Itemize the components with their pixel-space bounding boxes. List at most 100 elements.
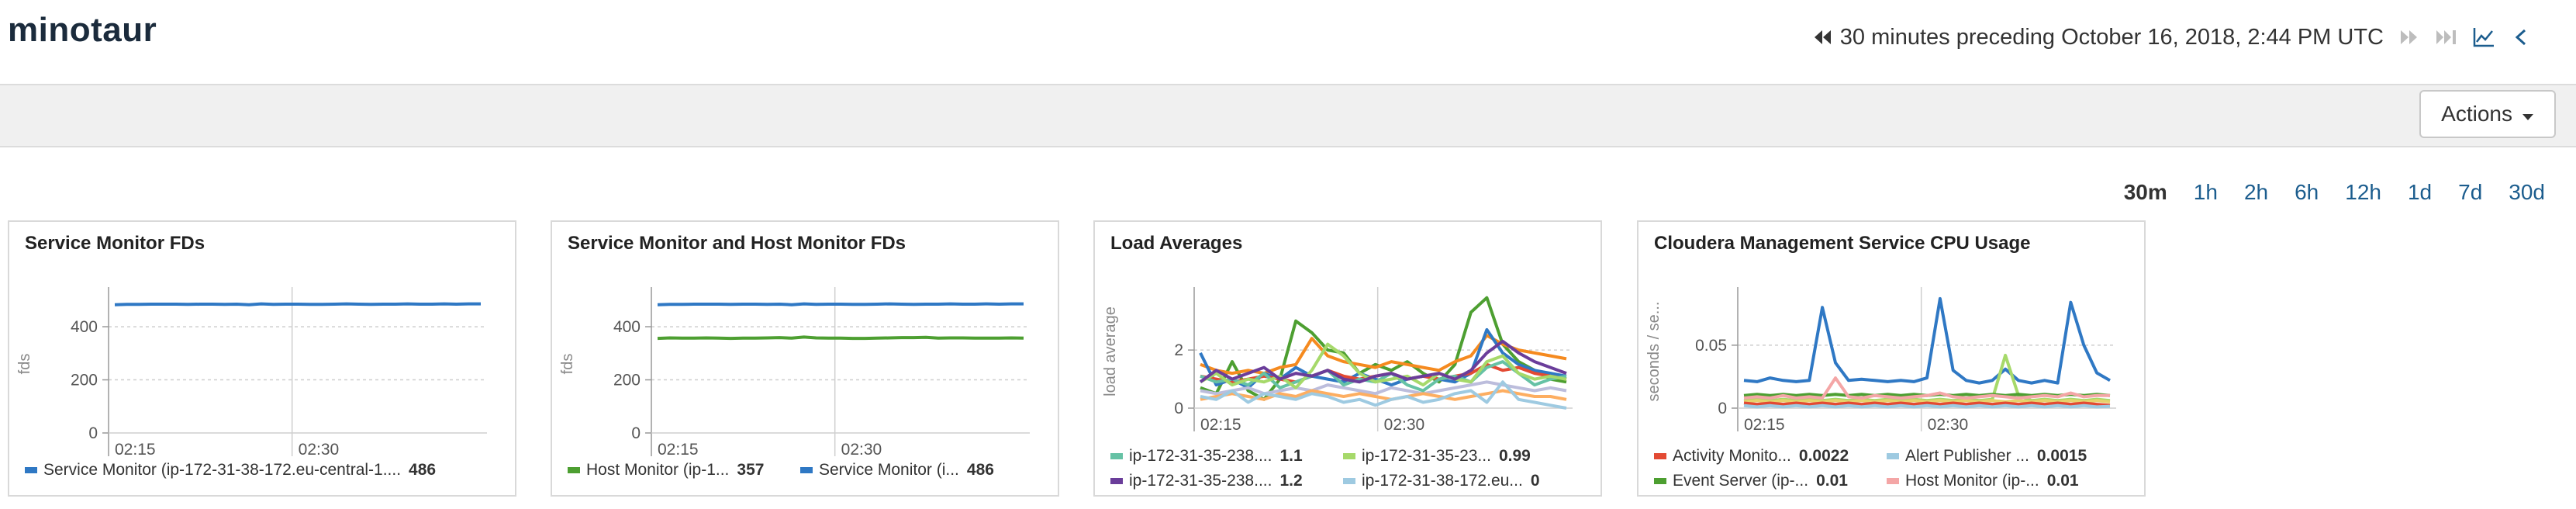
chart-card-cpu-usage: Cloudera Management Service CPU Usage 00… [1637, 220, 2146, 497]
legend-swatch [800, 467, 813, 473]
legend-series-value: 357 [737, 461, 765, 479]
y-tick-label: 0 [88, 424, 98, 442]
legend-series-value: 0.01 [2046, 472, 2079, 490]
x-tick-label: 02:30 [841, 441, 882, 459]
y-tick-label: 0.05 [1695, 337, 1727, 355]
legend-swatch [1343, 453, 1355, 459]
y-tick-label: 400 [71, 318, 98, 336]
chart-svg: 0 200 400 02:15 02:30 fds [559, 287, 1030, 459]
y-axis-label: fds [559, 354, 576, 375]
legend-item[interactable]: Service Monitor (i... 486 [800, 461, 1033, 480]
series-line[interactable] [1199, 339, 1567, 384]
actions-toolbar: Actions [0, 84, 2576, 147]
legend-row: ip-172-31-35-238.... 1.2 ip-172-31-38-172.… [1110, 472, 1588, 490]
legend-item[interactable]: ip-172-31-38-172.eu... 0 [1343, 472, 1576, 490]
caret-down-icon [2522, 102, 2534, 126]
x-tick-label: 02:15 [115, 441, 156, 459]
y-tick-label: 200 [613, 372, 641, 390]
series-line[interactable] [1743, 296, 2111, 385]
legend-row: Event Server (ip-... 0.01 Host Monitor (ip… [1654, 472, 2132, 490]
legend-item[interactable]: Alert Publisher ... 0.0015 [1887, 447, 2119, 466]
y-tick-label: 0 [1174, 400, 1183, 417]
y-tick-label: 400 [613, 318, 641, 336]
legend-series-value: 1.1 [1279, 447, 1303, 465]
legend-series-value: 486 [409, 461, 437, 479]
header-bar: minotaur 30 minutes preceding October 16… [0, 0, 2576, 84]
legend-item[interactable]: Service Monitor (ip-172-31-38-172.eu-cen… [25, 461, 490, 480]
legend-series-name: Host Monitor (ip-1... [586, 461, 730, 479]
range-1h[interactable]: 1h [2194, 180, 2218, 205]
legend-item[interactable]: ip-172-31-35-238.... 1.2 [1110, 472, 1343, 490]
legend-series-value: 0.0015 [2036, 447, 2087, 465]
range-7d[interactable]: 7d [2458, 180, 2482, 205]
y-tick-label: 200 [71, 372, 98, 390]
legend-swatch [568, 467, 580, 473]
x-tick-label: 02:15 [1744, 416, 1785, 434]
time-range-bar: 30 minutes preceding October 16, 2018, 2… [1811, 22, 2533, 53]
chart-card-service-monitor-fds: Service Monitor FDs 0 200 400 02:15 02:30 fds… [8, 220, 516, 497]
legend-series-name: ip-172-31-38-172.eu... [1362, 472, 1523, 490]
skip-to-now-icon[interactable] [2435, 26, 2458, 49]
legend-series-value: 0.0022 [1798, 447, 1849, 465]
legend-series-name: Service Monitor (i... [819, 461, 959, 479]
x-tick-label: 02:15 [1200, 416, 1241, 434]
range-12h[interactable]: 12h [2345, 180, 2381, 205]
legend-item[interactable]: Activity Monito... 0.0022 [1654, 447, 1887, 466]
legend-series-value: 0.01 [1816, 472, 1848, 490]
series-line[interactable] [657, 302, 1024, 306]
legend-series-name: Host Monitor (ip-... [1905, 472, 2039, 490]
range-6h[interactable]: 6h [2295, 180, 2319, 205]
series-line[interactable] [114, 302, 481, 306]
y-axis-label: load average [1102, 306, 1119, 396]
legend-swatch [1343, 478, 1355, 484]
y-tick-label: 0 [631, 424, 641, 442]
legend-series-name: ip-172-31-35-238.... [1129, 447, 1272, 465]
range-30d[interactable]: 30d [2509, 180, 2545, 205]
rewind-icon[interactable] [1811, 26, 1834, 49]
series-line[interactable] [1743, 403, 2111, 409]
range-1d[interactable]: 1d [2408, 180, 2432, 205]
chart-card-load-averages: Load Averages 0 2 02:15 02:30 load average ip… [1093, 220, 1602, 497]
x-tick-label: 02:30 [1928, 416, 1969, 434]
time-range-label[interactable]: 30 minutes preceding October 16, 2018, 2… [1840, 25, 2384, 50]
legend-series-name: Activity Monito... [1673, 447, 1791, 465]
legend-item[interactable]: Host Monitor (ip-1... 357 [568, 461, 800, 480]
legend-series-name: Event Server (ip-... [1673, 472, 1809, 490]
legend-item[interactable]: Event Server (ip-... 0.01 [1654, 472, 1887, 490]
legend-swatch [1887, 453, 1899, 459]
x-tick-label: 02:30 [299, 441, 340, 459]
legend-series-name: Service Monitor (ip-172-31-38-172.eu-cen… [43, 461, 402, 479]
app-title: minotaur [8, 11, 157, 49]
legend-row: Host Monitor (ip-1... 357 Service Monitor … [568, 461, 1045, 480]
collapse-icon[interactable] [2509, 26, 2533, 49]
time-range-selector: 30m 1h 2h 6h 12h 1d 7d 30d [2124, 180, 2545, 205]
legend-series-name: ip-172-31-35-23... [1362, 447, 1491, 465]
y-tick-label: 0 [1718, 400, 1727, 417]
legend-swatch [1110, 478, 1123, 484]
legend-row: Service Monitor (ip-172-31-38-172.eu-cen… [25, 461, 502, 480]
legend-series-value: 486 [966, 461, 994, 479]
forward-icon[interactable] [2398, 26, 2421, 49]
range-30m[interactable]: 30m [2124, 180, 2167, 205]
x-tick-label: 02:15 [658, 441, 699, 459]
legend-swatch [1110, 453, 1123, 459]
actions-button[interactable]: Actions [2419, 90, 2556, 138]
legend-row: ip-172-31-35-238.... 1.1 ip-172-31-35-23..… [1110, 447, 1588, 466]
chart-icon[interactable] [2472, 26, 2495, 49]
legend-item[interactable]: ip-172-31-35-23... 0.99 [1343, 447, 1576, 466]
chart-card-service-host-monitor-fds: Service Monitor and Host Monitor FDs 0 20… [551, 220, 1059, 497]
legend-series-name: ip-172-31-35-238.... [1129, 472, 1272, 490]
legend-series-value: 1.2 [1279, 472, 1303, 490]
legend-swatch [1654, 478, 1666, 484]
actions-label: Actions [2441, 102, 2512, 126]
series-line[interactable] [657, 335, 1024, 341]
legend-item[interactable]: ip-172-31-35-238.... 1.1 [1110, 447, 1343, 466]
range-2h[interactable]: 2h [2244, 180, 2268, 205]
legend-swatch [1887, 478, 1899, 484]
y-axis-label: fds [16, 354, 33, 375]
legend-series-value: 0.99 [1498, 447, 1531, 465]
legend-series-name: Alert Publisher ... [1905, 447, 2029, 465]
chart-svg: 0 200 400 02:15 02:30 fds [16, 287, 487, 459]
legend-item[interactable]: Host Monitor (ip-... 0.01 [1887, 472, 2119, 490]
x-tick-label: 02:30 [1384, 416, 1425, 434]
